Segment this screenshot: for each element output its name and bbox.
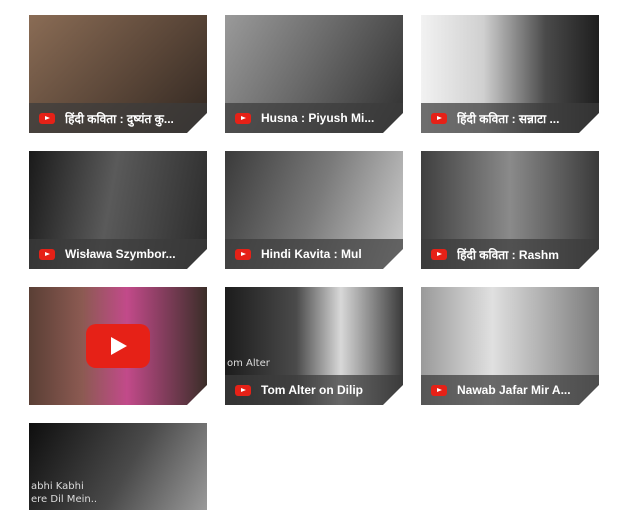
video-title: Husna : Piyush Mi... — [261, 111, 375, 125]
video-tile[interactable]: om Alter Tom Alter on Dilip — [225, 287, 403, 405]
video-tile[interactable]: Hindi Kavita : Mul — [225, 151, 403, 269]
thumbnail-overlay-text: abhi Kabhi — [31, 481, 84, 492]
video-tile[interactable]: Husna : Piyush Mi... — [225, 15, 403, 133]
youtube-icon — [39, 112, 55, 124]
thumbnail-overlay-text: ere Dil Mein.. — [31, 494, 98, 505]
video-caption: Hindi Kavita : Mul — [225, 239, 403, 269]
video-tile[interactable]: Wisława Szymbor... — [29, 151, 207, 269]
thumbnail-overlay-text: om Alter — [227, 358, 270, 369]
video-tile[interactable]: हिंदी कविता : दुष्यंत कु... — [29, 15, 207, 133]
video-title: Hindi Kavita : Mul — [261, 247, 362, 261]
video-tile[interactable]: हिंदी कविता : सन्नाटा ... — [421, 15, 599, 133]
video-caption: हिंदी कविता : Rashm — [421, 239, 599, 269]
youtube-icon — [39, 248, 55, 260]
video-caption: Tom Alter on Dilip — [225, 375, 403, 405]
video-caption: Wisława Szymbor... — [29, 239, 207, 269]
video-tile[interactable]: Nawab Jafar Mir A... — [421, 287, 599, 405]
youtube-icon — [431, 384, 447, 396]
video-tile[interactable] — [29, 287, 207, 405]
youtube-icon — [235, 248, 251, 260]
corner-fold — [579, 385, 599, 405]
youtube-icon — [235, 384, 251, 396]
corner-fold — [383, 113, 403, 133]
corner-fold — [579, 249, 599, 269]
corner-fold — [383, 249, 403, 269]
corner-fold — [187, 249, 207, 269]
video-caption: Nawab Jafar Mir A... — [421, 375, 599, 405]
video-title: Nawab Jafar Mir A... — [457, 383, 571, 397]
video-title: हिंदी कविता : दुष्यंत कु... — [65, 111, 174, 126]
corner-fold — [187, 113, 207, 133]
video-tile[interactable]: हिंदी कविता : Rashm — [421, 151, 599, 269]
video-title: हिंदी कविता : सन्नाटा ... — [457, 111, 560, 126]
video-title: हिंदी कविता : Rashm — [457, 247, 559, 262]
video-title: Tom Alter on Dilip — [261, 383, 363, 397]
video-title: Wisława Szymbor... — [65, 247, 176, 261]
play-button[interactable] — [86, 324, 150, 368]
video-caption: हिंदी कविता : दुष्यंत कु... — [29, 103, 207, 133]
corner-fold — [383, 385, 403, 405]
video-caption: Husna : Piyush Mi... — [225, 103, 403, 133]
youtube-icon — [431, 112, 447, 124]
youtube-icon — [431, 248, 447, 260]
video-caption: हिंदी कविता : सन्नाटा ... — [421, 103, 599, 133]
corner-fold — [579, 113, 599, 133]
corner-fold — [187, 385, 207, 405]
youtube-icon — [235, 112, 251, 124]
video-tile[interactable]: abhi Kabhi ere Dil Mein.. — [29, 423, 207, 510]
